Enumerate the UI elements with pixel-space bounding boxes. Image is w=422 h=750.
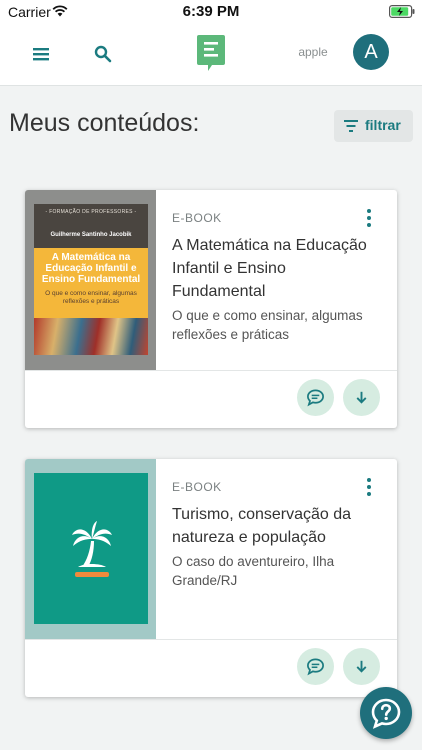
cover-area <box>25 459 156 639</box>
username-label: apple <box>298 45 328 59</box>
cover-subtitle: O que e como ensinar, algumas reflexões … <box>45 290 137 305</box>
avatar[interactable]: A <box>353 34 389 70</box>
more-options-icon[interactable] <box>359 206 379 230</box>
content-card[interactable]: E-BOOK Turismo, conservação da natureza … <box>25 459 397 697</box>
status-time: 6:39 PM <box>182 3 240 20</box>
content-type-label: E-BOOK <box>172 480 222 494</box>
app-logo-icon[interactable] <box>196 33 226 73</box>
comment-icon <box>307 658 324 676</box>
filter-icon <box>344 120 358 132</box>
content-type-label: E-BOOK <box>172 211 222 225</box>
download-arrow-icon <box>356 660 367 673</box>
cover-photo <box>34 318 148 355</box>
filter-button[interactable]: filtrar <box>334 110 413 142</box>
menu-icon[interactable] <box>28 42 54 66</box>
battery-charging-icon <box>389 5 415 18</box>
cover-header: - FORMAÇÃO DE PROFESSORES - Guilherme Sa… <box>34 204 148 248</box>
cover-title: A Matemática na Educação Infantil e Ensi… <box>41 252 141 285</box>
search-icon[interactable] <box>91 42 115 66</box>
page-title: Meus conteúdos: <box>9 109 200 137</box>
comments-button[interactable] <box>297 648 334 685</box>
status-bar: Carrier 6:39 PM <box>0 0 422 24</box>
cover-author: Guilherme Santinho Jacobik <box>50 232 132 238</box>
content-card[interactable]: - FORMAÇÃO DE PROFESSORES - Guilherme Sa… <box>25 190 397 428</box>
download-arrow-icon <box>356 391 367 404</box>
cover-title-band: A Matemática na Educação Infantil e Ensi… <box>34 248 148 318</box>
app-header: apple A <box>0 24 422 86</box>
content-title[interactable]: Turismo, conservação da natureza e popul… <box>172 503 382 549</box>
card-divider <box>25 639 397 640</box>
book-cover[interactable] <box>34 473 148 624</box>
comments-button[interactable] <box>297 379 334 416</box>
more-options-icon[interactable] <box>359 475 379 499</box>
book-cover[interactable]: - FORMAÇÃO DE PROFESSORES - Guilherme Sa… <box>34 204 148 355</box>
cover-area: - FORMAÇÃO DE PROFESSORES - Guilherme Sa… <box>25 190 156 370</box>
comment-icon <box>307 389 324 407</box>
content-subtitle: O caso do aventureiro, Ilha Grande/RJ <box>172 554 335 588</box>
content-title[interactable]: A Matemática na Educação Infantil e Ensi… <box>172 234 382 303</box>
cover-series: - FORMAÇÃO DE PROFESSORES - <box>45 209 137 215</box>
help-button[interactable] <box>360 687 412 739</box>
help-question-icon <box>371 698 401 729</box>
download-button[interactable] <box>343 648 380 685</box>
content-subtitle: O que e como ensinar, algumas reflexões … <box>172 308 363 342</box>
download-button[interactable] <box>343 379 380 416</box>
card-divider <box>25 370 397 371</box>
palm-tree-icon <box>72 521 112 577</box>
filter-label: filtrar <box>365 117 401 133</box>
